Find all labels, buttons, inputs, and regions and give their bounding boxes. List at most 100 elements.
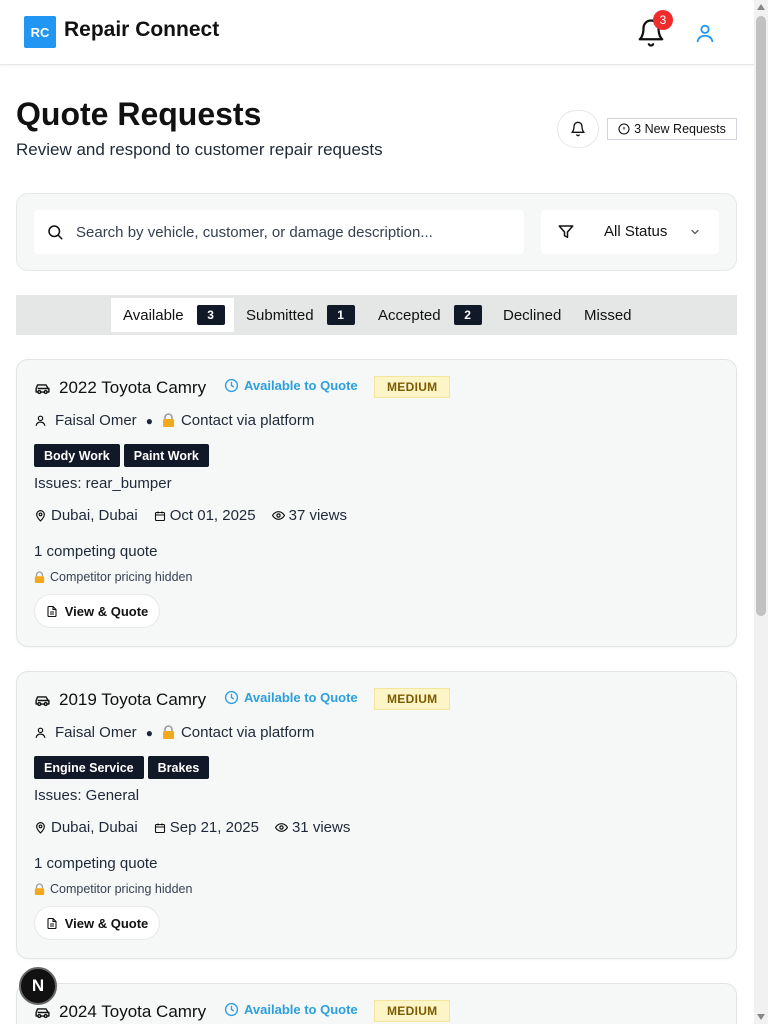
button-label: View & Quote <box>64 603 149 619</box>
page-title: Quote Requests <box>16 96 262 132</box>
separator-dot: ● <box>145 413 153 428</box>
tab-label: Declined <box>503 306 562 324</box>
calendar-icon <box>154 823 165 833</box>
dev-tools-button[interactable]: N <box>19 967 57 1005</box>
service-tags: Body Work Paint Work <box>34 444 209 467</box>
tab-label: Accepted <box>378 306 441 324</box>
page-scrollbar[interactable] <box>754 0 768 1024</box>
user-icon <box>35 415 46 426</box>
availability-label: Available to Quote <box>244 690 358 705</box>
pricing-note-text: Competitor pricing hidden <box>50 570 193 584</box>
views-text: 31 views <box>291 819 351 836</box>
contact-method: Contact via platform <box>180 412 315 429</box>
pricing-note-text: Competitor pricing hidden <box>50 882 193 896</box>
bell-icon <box>571 121 585 137</box>
card-title-row: 2019 Toyota Camry <box>34 688 206 712</box>
meta-row: Dubai, Dubai Oct 01, 2025 37 views <box>34 507 363 524</box>
availability-label: Available to Quote <box>244 378 358 393</box>
date: Oct 01, 2025 <box>154 507 256 524</box>
status-filter-value: All Status <box>604 223 668 240</box>
availability-status: Available to Quote <box>224 690 358 705</box>
meta-row: Dubai, Dubai Sep 21, 2025 31 views <box>34 819 366 836</box>
service-tags: Engine Service Brakes <box>34 756 210 779</box>
location-text: Dubai, Dubai <box>51 507 138 524</box>
date-text: Oct 01, 2025 <box>169 507 256 524</box>
tab-label: Available <box>123 306 184 324</box>
card-title-row: 2022 Toyota Camry <box>34 376 206 400</box>
new-requests-badge: 3 New Requests <box>607 118 737 140</box>
map-pin-icon <box>36 510 45 522</box>
date-text: Sep 21, 2025 <box>169 819 259 836</box>
search-input[interactable] <box>76 223 516 241</box>
button-label: View & Quote <box>64 915 149 931</box>
pricing-note: Competitor pricing hidden <box>34 570 192 584</box>
views-text: 37 views <box>288 507 347 524</box>
status-filter-select[interactable]: All Status <box>541 210 719 254</box>
car-icon <box>35 695 50 706</box>
user-menu-button[interactable] <box>694 22 716 44</box>
scroll-up-arrow[interactable] <box>757 4 765 10</box>
tab-label: Missed <box>584 306 632 324</box>
lock-icon <box>162 413 174 427</box>
info-icon <box>618 123 630 135</box>
service-tag: Body Work <box>34 444 120 467</box>
issues-text: Issues: General <box>34 787 140 804</box>
status-tabs: Available 3 Submitted 1 Accepted 2 Decli… <box>16 295 737 335</box>
clock-icon <box>224 1002 239 1017</box>
eye-icon <box>274 823 288 832</box>
card-title-row: 2024 Toyota Camry <box>34 1000 206 1024</box>
quote-request-card: 2022 Toyota Camry Available to Quote MED… <box>16 359 737 647</box>
logo[interactable]: RC <box>24 16 56 48</box>
pricing-note: Competitor pricing hidden <box>34 882 192 896</box>
tab-accepted[interactable]: Accepted 2 <box>378 298 482 332</box>
user-icon <box>35 727 46 738</box>
availability-label: Available to Quote <box>244 1002 358 1017</box>
tab-available[interactable]: Available 3 <box>111 298 234 332</box>
page-subtitle: Review and respond to customer repair re… <box>16 140 383 159</box>
customer-name: Faisal Omer <box>55 724 137 741</box>
separator-dot: ● <box>145 725 153 740</box>
location: Dubai, Dubai <box>34 819 138 836</box>
location: Dubai, Dubai <box>34 507 138 524</box>
tab-submitted[interactable]: Submitted 1 <box>246 298 355 332</box>
document-icon <box>47 605 57 617</box>
lock-icon <box>162 725 174 739</box>
priority-badge: MEDIUM <box>374 1000 451 1022</box>
competing-quotes: 1 competing quote <box>34 543 158 560</box>
service-tag: Engine Service <box>34 756 144 779</box>
eye-icon <box>271 511 285 520</box>
vehicle-name: 2019 Toyota Camry <box>59 690 207 709</box>
app-header: RC Repair Connect 3 <box>0 0 754 65</box>
availability-status: Available to Quote <box>224 378 358 393</box>
user-icon <box>696 24 714 43</box>
customer-row: Faisal Omer ● Contact via platform <box>34 724 314 741</box>
competing-quotes: 1 competing quote <box>34 855 158 872</box>
tab-declined[interactable]: Declined <box>503 298 561 332</box>
customer-name: Faisal Omer <box>55 412 137 429</box>
scroll-down-arrow[interactable] <box>757 1014 765 1020</box>
quote-request-card: 2019 Toyota Camry Available to Quote MED… <box>16 671 737 959</box>
priority-badge: MEDIUM <box>374 688 451 710</box>
vehicle-name: 2024 Toyota Camry <box>59 1002 207 1021</box>
scroll-thumb[interactable] <box>756 16 766 616</box>
alerts-button[interactable] <box>557 110 599 148</box>
lock-icon <box>34 570 45 583</box>
tab-missed[interactable]: Missed <box>584 298 632 332</box>
car-icon <box>35 1007 50 1018</box>
issues-text: Issues: rear_bumper <box>34 475 172 492</box>
brand-name[interactable]: Repair Connect <box>64 18 219 42</box>
notification-count-badge: 3 <box>653 10 673 30</box>
views: 31 views <box>274 819 351 836</box>
tab-count: 3 <box>196 305 225 325</box>
view-and-quote-button[interactable]: View & Quote <box>34 594 160 628</box>
tab-count: 1 <box>326 305 355 325</box>
quote-request-card: 2024 Toyota Camry Available to Quote MED… <box>16 983 737 1024</box>
contact-method: Contact via platform <box>180 724 315 741</box>
clock-icon <box>224 690 239 705</box>
search-icon <box>48 225 63 240</box>
chevron-down-icon <box>691 229 699 235</box>
search-box <box>34 210 524 254</box>
filter-icon <box>558 225 574 238</box>
view-and-quote-button[interactable]: View & Quote <box>34 906 160 940</box>
location-text: Dubai, Dubai <box>51 819 138 836</box>
